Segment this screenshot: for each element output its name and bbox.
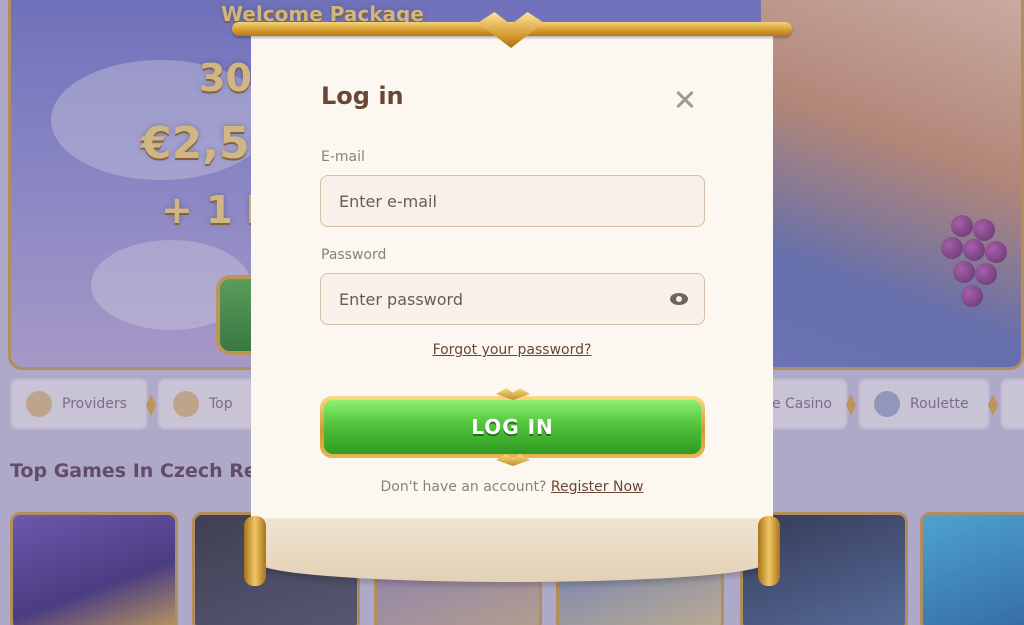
register-text: Don't have an account? bbox=[380, 479, 547, 495]
scroll-rod-left bbox=[244, 516, 266, 586]
login-button[interactable]: LOG IN bbox=[324, 400, 701, 454]
scroll-top-ornament bbox=[232, 12, 792, 48]
email-field[interactable]: Enter e-mail bbox=[320, 175, 705, 227]
password-placeholder: Enter password bbox=[339, 289, 463, 309]
modal-title: Log in bbox=[321, 82, 404, 110]
close-icon[interactable] bbox=[671, 86, 699, 114]
register-now-link[interactable]: Register Now bbox=[551, 479, 644, 495]
crown-ornament-icon bbox=[478, 12, 544, 48]
forgot-password-link[interactable]: Forgot your password? bbox=[251, 342, 773, 358]
ornament-icon bbox=[496, 454, 530, 466]
scroll-rod-right bbox=[758, 516, 780, 586]
eye-icon[interactable] bbox=[670, 293, 688, 305]
email-label: E-mail bbox=[321, 149, 365, 165]
register-prompt: Don't have an account? Register Now bbox=[251, 479, 773, 495]
login-modal: Log in E-mail Enter e-mail Password Ente… bbox=[251, 36, 773, 548]
login-button-frame: LOG IN bbox=[320, 388, 705, 466]
ornament-icon bbox=[496, 388, 530, 400]
email-placeholder: Enter e-mail bbox=[339, 191, 437, 211]
password-field[interactable]: Enter password bbox=[320, 273, 705, 325]
parchment-curl bbox=[258, 518, 766, 582]
scroll-bottom-curl bbox=[240, 512, 784, 588]
password-label: Password bbox=[321, 247, 387, 263]
